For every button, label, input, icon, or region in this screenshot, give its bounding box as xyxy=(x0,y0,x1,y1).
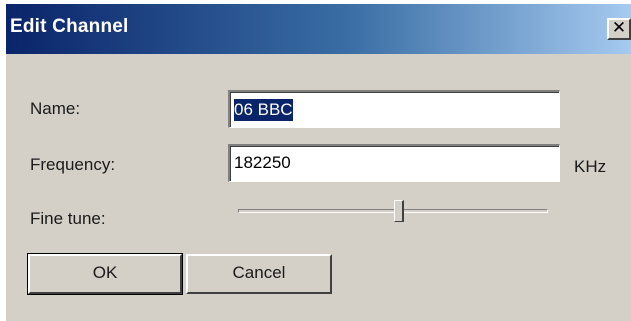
frequency-unit-label: KHz xyxy=(574,157,607,176)
window-title: Edit Channel xyxy=(10,16,129,37)
title-bar[interactable]: Edit Channel ✕ xyxy=(6,4,631,54)
ok-button[interactable]: OK xyxy=(27,253,183,295)
cancel-button[interactable]: Cancel xyxy=(186,254,332,294)
close-icon: ✕ xyxy=(611,18,627,38)
close-button[interactable]: ✕ xyxy=(607,18,631,40)
fine-tune-label: Fine tune: xyxy=(30,209,106,228)
edit-channel-dialog: Edit Channel ✕ Name: 06 BBC Frequency: 1… xyxy=(6,4,631,321)
fine-tune-slider-thumb[interactable] xyxy=(394,200,404,222)
name-field-value: 06 BBC xyxy=(234,99,293,121)
name-field[interactable]: 06 BBC xyxy=(228,90,560,128)
fine-tune-slider-track[interactable] xyxy=(238,209,548,213)
frequency-field-value: 182250 xyxy=(234,153,291,172)
frequency-field[interactable]: 182250 xyxy=(228,144,560,182)
frequency-label: Frequency: xyxy=(30,155,116,174)
name-label: Name: xyxy=(30,99,81,118)
